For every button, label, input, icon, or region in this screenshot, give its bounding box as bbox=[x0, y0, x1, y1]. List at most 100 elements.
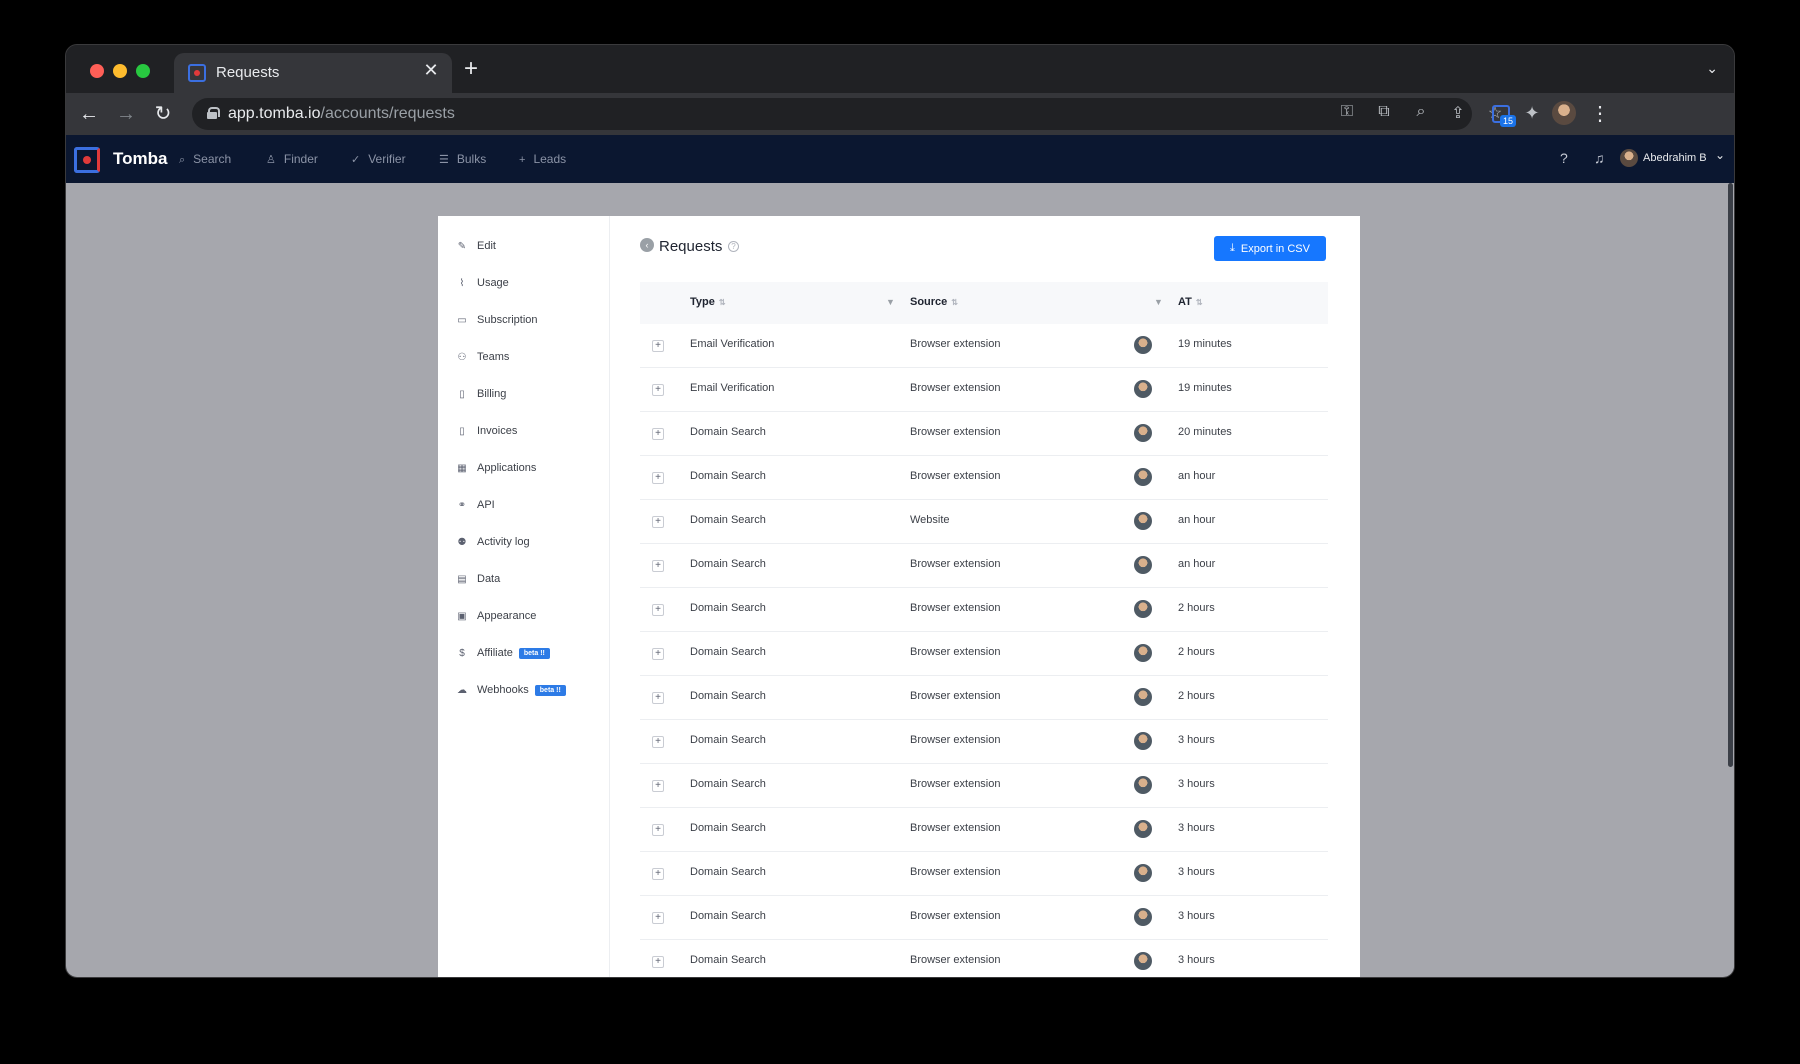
open-external-icon[interactable]: ⧉ bbox=[1373, 103, 1395, 121]
sidebar-item-api[interactable]: ⚭ API bbox=[455, 495, 495, 515]
cell-type: Domain Search bbox=[690, 646, 766, 658]
address-bar[interactable]: app.tomba.io/accounts/requests ⚿ ⧉ ⌕ ⇪ ☆ bbox=[192, 98, 1502, 130]
tab-requests[interactable]: Requests ✕ bbox=[174, 53, 452, 93]
tomba-logo-icon[interactable] bbox=[74, 147, 100, 173]
sidebar-item-subscription[interactable]: ▭ Subscription bbox=[455, 310, 537, 330]
share-icon[interactable]: ⇪ bbox=[1447, 103, 1469, 123]
dollar-icon: $ bbox=[459, 647, 465, 659]
expand-row-icon[interactable]: + bbox=[652, 692, 664, 704]
back-arrow-icon[interactable]: ‹ bbox=[640, 238, 654, 252]
cell-at: 19 minutes bbox=[1178, 338, 1232, 350]
expand-row-icon[interactable]: + bbox=[652, 560, 664, 572]
account-sidebar: ✎ Edit ⌇ Usage ▭ Subscription ⚇ Teams ▯ Billi… bbox=[438, 216, 610, 977]
expand-row-icon[interactable]: + bbox=[652, 912, 664, 924]
sort-icon[interactable]: ⇅ bbox=[1196, 298, 1203, 307]
nav-leads[interactable]: + Leads bbox=[519, 152, 566, 166]
column-header-at[interactable]: AT ⇅ bbox=[1178, 296, 1203, 308]
expand-row-icon[interactable]: + bbox=[652, 384, 664, 396]
tab-search-chevron-icon[interactable]: ⌄ bbox=[1706, 60, 1718, 77]
url-path: /accounts/requests bbox=[320, 105, 455, 122]
app-header: Tomba ⌕ Search ♙ Finder ✓ Verifier ☰ Bulks +… bbox=[66, 135, 1734, 183]
document-icon: ▯ bbox=[459, 388, 465, 400]
sidebar-item-affiliate[interactable]: $ Affiliate beta !! bbox=[455, 643, 550, 663]
column-header-type[interactable]: Type ⇅ bbox=[690, 296, 726, 308]
cell-type: Domain Search bbox=[690, 602, 766, 614]
cell-at: 3 hours bbox=[1178, 910, 1215, 922]
page-scrollbar[interactable] bbox=[1726, 183, 1734, 977]
sort-icon[interactable]: ⇅ bbox=[951, 298, 958, 307]
sidebar-item-usage[interactable]: ⌇ Usage bbox=[455, 273, 509, 293]
browser-profile-avatar[interactable] bbox=[1552, 101, 1576, 125]
scrollbar-thumb[interactable] bbox=[1728, 183, 1733, 767]
forward-icon[interactable]: → bbox=[113, 101, 139, 127]
back-icon[interactable]: ← bbox=[76, 101, 102, 127]
new-tab-icon[interactable]: + bbox=[464, 57, 478, 81]
expand-row-icon[interactable]: + bbox=[652, 780, 664, 792]
cell-source: Browser extension bbox=[910, 866, 1001, 878]
cell-type: Domain Search bbox=[690, 514, 766, 526]
extensions-puzzle-icon[interactable]: ✦ bbox=[1517, 99, 1547, 129]
tab-strip: Requests ✕ + ⌄ bbox=[66, 45, 1734, 93]
cell-type: Domain Search bbox=[690, 866, 766, 878]
minimize-window-button[interactable] bbox=[113, 64, 127, 78]
expand-row-icon[interactable]: + bbox=[652, 516, 664, 528]
filter-icon[interactable]: ▼ bbox=[886, 297, 895, 307]
close-window-button[interactable] bbox=[90, 64, 104, 78]
sidebar-item-invoices[interactable]: ▯ Invoices bbox=[455, 421, 517, 441]
help-icon[interactable]: ? bbox=[1560, 150, 1568, 166]
cell-at: 20 minutes bbox=[1178, 426, 1232, 438]
cell-at: 3 hours bbox=[1178, 954, 1215, 966]
expand-row-icon[interactable]: + bbox=[652, 428, 664, 440]
filter-icon[interactable]: ▼ bbox=[1154, 297, 1163, 307]
user-avatar bbox=[1134, 600, 1152, 618]
cell-at: an hour bbox=[1178, 470, 1216, 482]
table-row: + Domain Search Browser extension 3 hours bbox=[640, 896, 1328, 940]
user-name[interactable]: Abedrahim B bbox=[1643, 152, 1707, 164]
nav-search[interactable]: ⌕ Search bbox=[179, 152, 231, 167]
cell-at: 3 hours bbox=[1178, 866, 1215, 878]
expand-row-icon[interactable]: + bbox=[652, 956, 664, 968]
expand-row-icon[interactable]: + bbox=[652, 736, 664, 748]
expand-row-icon[interactable]: + bbox=[652, 648, 664, 660]
user-avatar bbox=[1134, 380, 1152, 398]
user-avatar[interactable] bbox=[1620, 149, 1638, 167]
maximize-window-button[interactable] bbox=[136, 64, 150, 78]
reload-icon[interactable]: ↻ bbox=[150, 101, 176, 127]
tomba-extension-icon[interactable]: 15 bbox=[1486, 99, 1517, 129]
nav-bulks[interactable]: ☰ Bulks bbox=[439, 152, 486, 166]
browser-menu-icon[interactable]: ⋮ bbox=[1590, 101, 1610, 126]
sidebar-item-activity-log[interactable]: ⚉ Activity log bbox=[455, 532, 530, 552]
close-tab-icon[interactable]: ✕ bbox=[420, 60, 442, 81]
sidebar-item-teams[interactable]: ⚇ Teams bbox=[455, 347, 510, 367]
expand-row-icon[interactable]: + bbox=[652, 868, 664, 880]
link-icon: ⚭ bbox=[457, 499, 467, 511]
column-header-source[interactable]: Source ⇅ bbox=[910, 296, 958, 308]
bell-icon[interactable]: ♫ bbox=[1594, 150, 1605, 166]
sidebar-item-edit[interactable]: ✎ Edit bbox=[455, 236, 496, 256]
sidebar-item-billing[interactable]: ▯ Billing bbox=[455, 384, 506, 404]
sidebar-item-appearance[interactable]: ▣ Appearance bbox=[455, 606, 536, 626]
question-icon[interactable]: ? bbox=[728, 241, 739, 252]
brand-name[interactable]: Tomba bbox=[113, 149, 167, 169]
expand-row-icon[interactable]: + bbox=[652, 604, 664, 616]
table-row: + Domain Search Browser extension an hour bbox=[640, 544, 1328, 588]
key-icon[interactable]: ⚿ bbox=[1336, 103, 1358, 121]
expand-row-icon[interactable]: + bbox=[652, 340, 664, 352]
table-row: + Domain Search Browser extension an hour bbox=[640, 456, 1328, 500]
sidebar-item-data[interactable]: ▤ Data bbox=[455, 569, 500, 589]
expand-row-icon[interactable]: + bbox=[652, 472, 664, 484]
export-csv-button[interactable]: ⤓ Export in CSV bbox=[1214, 236, 1326, 261]
sort-icon[interactable]: ⇅ bbox=[719, 298, 726, 307]
expand-row-icon[interactable]: + bbox=[652, 824, 664, 836]
sidebar-item-label: Edit bbox=[477, 240, 496, 252]
user-icon: ♙ bbox=[266, 154, 276, 166]
sidebar-item-applications[interactable]: ▦ Applications bbox=[455, 458, 536, 478]
check-icon: ✓ bbox=[351, 154, 361, 166]
chevron-down-icon[interactable]: ⌄ bbox=[1715, 148, 1725, 162]
zoom-icon[interactable]: ⌕ bbox=[1410, 103, 1432, 121]
nav-verifier[interactable]: ✓ Verifier bbox=[351, 152, 406, 166]
url-text[interactable]: app.tomba.io/accounts/requests bbox=[228, 105, 455, 123]
column-source-label: Source bbox=[910, 296, 948, 308]
nav-finder[interactable]: ♙ Finder bbox=[266, 152, 318, 166]
sidebar-item-webhooks[interactable]: ☁ Webhooks beta !! bbox=[455, 680, 566, 700]
